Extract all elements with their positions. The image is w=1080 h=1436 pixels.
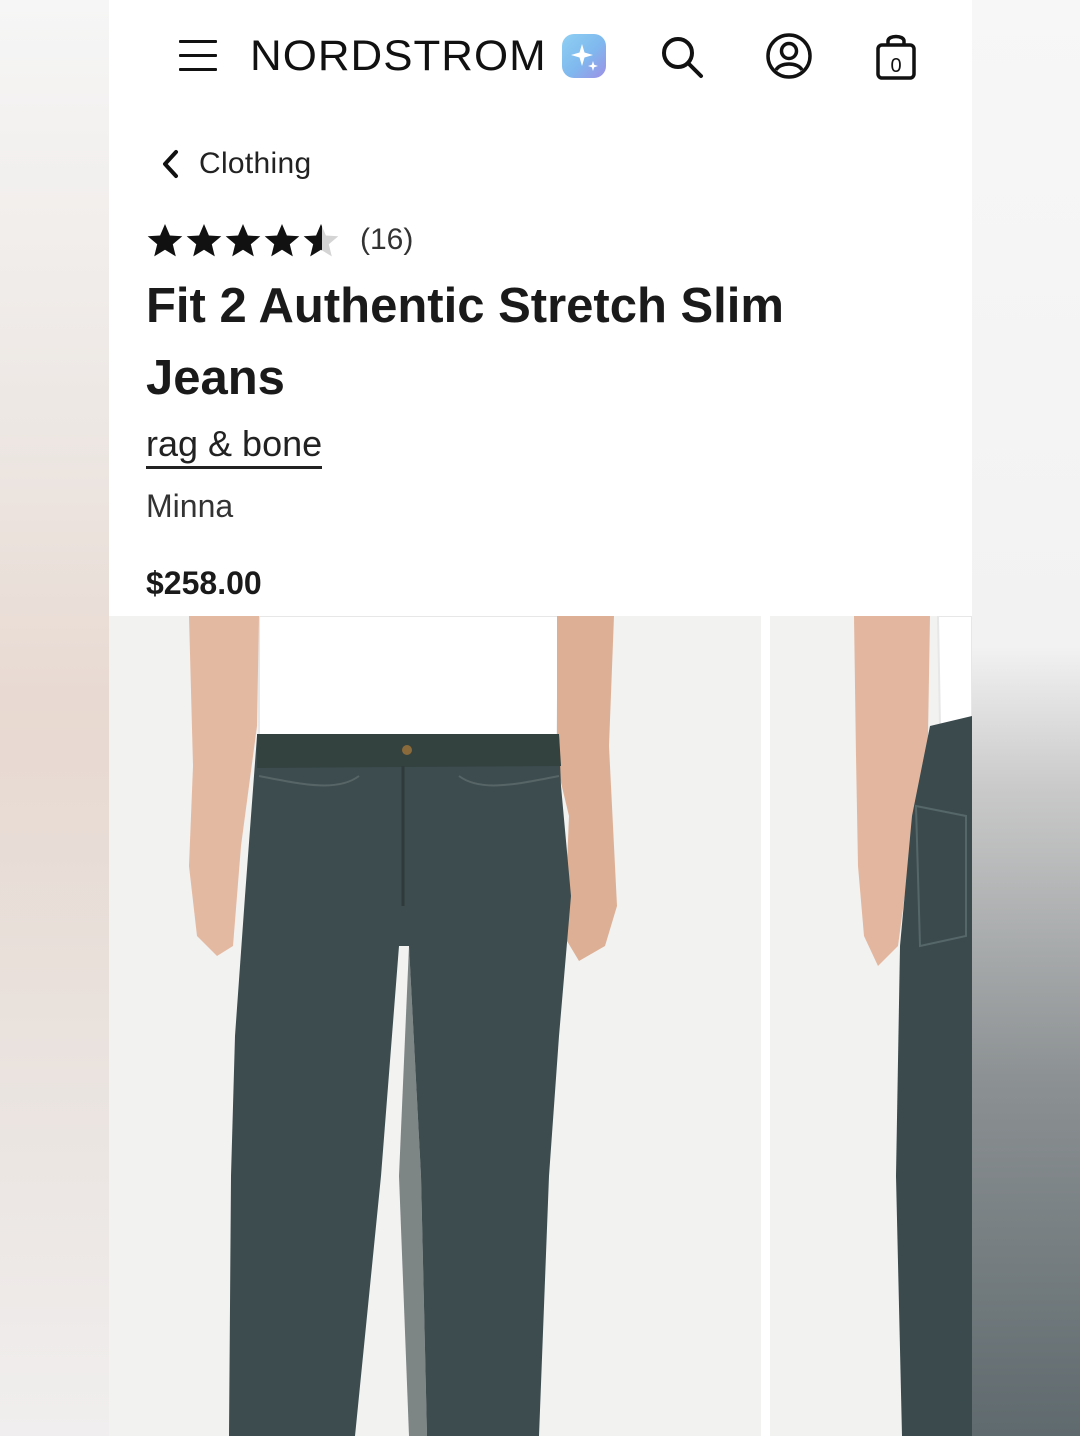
backdrop-left-blur — [0, 0, 109, 1436]
shopping-bag-icon[interactable]: 0 — [875, 30, 917, 82]
nordstrom-logo[interactable]: NORDSTROM — [250, 30, 547, 82]
account-icon[interactable] — [765, 32, 813, 80]
brand-link[interactable]: rag & bone — [146, 424, 323, 469]
chevron-left-icon — [163, 150, 178, 178]
product-page: NORDSTROM 0 Clothing (16) Fit 2 Authenti… — [109, 0, 972, 1436]
ai-sparkle-icon[interactable] — [562, 34, 606, 78]
bag-count: 0 — [890, 55, 901, 77]
backdrop-right-blur — [972, 0, 1080, 1436]
rating[interactable]: (16) — [146, 218, 413, 262]
image-gallery[interactable] — [109, 616, 972, 1436]
product-image-side[interactable] — [770, 616, 972, 1436]
color-name: Minna — [146, 488, 234, 524]
breadcrumb[interactable]: Clothing — [159, 142, 311, 186]
menu-icon[interactable] — [179, 38, 217, 74]
product-image-front[interactable] — [109, 616, 761, 1436]
site-header: NORDSTROM 0 — [109, 0, 972, 112]
search-icon[interactable] — [659, 34, 705, 80]
rating-count[interactable]: (16) — [360, 223, 413, 257]
product-title: Fit 2 Authentic Stretch Slim Jeans — [146, 279, 784, 405]
price: $258.00 — [146, 565, 262, 601]
star-rating-icon — [147, 224, 339, 257]
breadcrumb-label: Clothing — [199, 147, 312, 180]
